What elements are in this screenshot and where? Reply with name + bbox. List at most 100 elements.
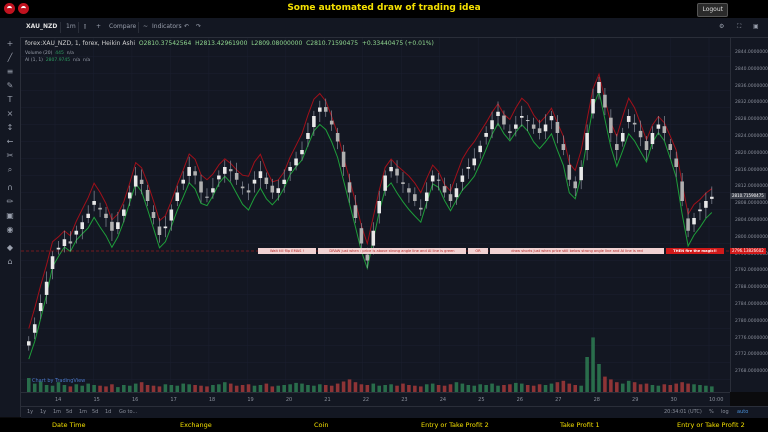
volume-bar xyxy=(549,383,554,392)
lock-icon[interactable]: ▣ xyxy=(5,211,15,221)
range-button[interactable]: 5d xyxy=(66,409,72,415)
camera-icon[interactable]: ▣ xyxy=(753,23,759,30)
candle-body xyxy=(585,133,589,150)
range-button[interactable]: 5d xyxy=(92,409,98,415)
logout-button[interactable]: Logout xyxy=(697,3,728,17)
chart-style-icon[interactable]: ⫾ xyxy=(84,23,86,31)
percent-toggle[interactable]: % xyxy=(709,409,714,415)
price-label: 2816.00000000 xyxy=(735,167,768,173)
candle-body xyxy=(288,167,292,171)
settings-icon[interactable]: ⚙ xyxy=(719,23,724,30)
range-button[interactable]: 1m xyxy=(79,409,87,415)
candle-body xyxy=(430,175,435,182)
candle-body xyxy=(662,126,667,133)
fullscreen-icon[interactable]: ⛶ xyxy=(737,23,741,31)
candle-body xyxy=(710,196,714,199)
time-label: 29 xyxy=(632,397,639,403)
layers-icon[interactable]: ◆ xyxy=(5,243,15,253)
brush-icon[interactable]: ✎ xyxy=(5,81,15,91)
volume-bar xyxy=(609,379,613,392)
candle-body xyxy=(133,175,138,187)
candle-body xyxy=(519,116,524,118)
price-label: 2824.00000000 xyxy=(735,134,768,139)
range-button[interactable]: 1y xyxy=(40,409,46,415)
volume-na: n/a xyxy=(66,51,74,56)
compare-plus-icon[interactable]: + xyxy=(96,23,101,30)
volume-bar xyxy=(228,383,233,392)
candle-body xyxy=(139,179,144,184)
chart-legend: forex:XAU_NZD, 1, forex, Heikin Ashi O28… xyxy=(25,40,434,47)
candle-body xyxy=(270,185,275,193)
candle-body xyxy=(609,117,613,133)
undo-icon[interactable]: ↶ xyxy=(184,23,189,30)
symbol-search[interactable]: XAU_NZD xyxy=(26,23,57,30)
volume-bar xyxy=(519,383,524,392)
indicators-button[interactable]: Indicators xyxy=(152,23,182,30)
measure-icon[interactable]: ✂ xyxy=(5,151,15,161)
auto-toggle[interactable]: auto xyxy=(737,409,748,415)
price-label: 2784.00000000 xyxy=(735,302,768,307)
volume-bar xyxy=(692,384,696,392)
interval-select[interactable]: 1m xyxy=(66,23,76,30)
legend-high: H2813.42961900 xyxy=(195,40,248,47)
volume-bar xyxy=(603,376,607,392)
volume-bar xyxy=(139,382,144,392)
zoom-icon[interactable]: ⌕ xyxy=(5,165,15,175)
chart-pane[interactable] xyxy=(21,38,730,392)
candle-body xyxy=(454,188,459,198)
log-toggle[interactable]: log xyxy=(721,409,729,415)
candle-body xyxy=(525,120,530,122)
range-button[interactable]: 1y xyxy=(27,409,33,415)
volume-label[interactable]: Volume (20) xyxy=(25,51,52,56)
price-label: 2832.00000000 xyxy=(735,100,768,106)
time-label: 30 xyxy=(670,397,677,403)
fib-icon[interactable]: ≡ xyxy=(5,67,15,77)
candle-body xyxy=(258,171,263,179)
ai-na-2: n/a xyxy=(83,58,91,63)
price-chart[interactable] xyxy=(21,38,730,392)
stay-drawing-icon[interactable]: ✏ xyxy=(5,197,15,207)
volume-bar xyxy=(389,384,393,392)
candle-body xyxy=(436,179,441,181)
time-axis[interactable]: 14 15 16 17 18 19 20 21 22 23 24 25 26 27 28 29 30 10:00 xyxy=(21,392,730,407)
arrow-icon[interactable]: ← xyxy=(5,137,15,147)
volume-bar xyxy=(341,381,346,392)
candle-body xyxy=(377,201,382,214)
candle-body xyxy=(591,99,595,114)
price-axis[interactable]: 2844.00000000 2840.00000000 2836.00000000 2… xyxy=(730,38,768,392)
candle-body xyxy=(490,120,494,130)
price-label: 2800.00000000 xyxy=(735,234,768,240)
range-button[interactable]: 1d xyxy=(105,409,111,415)
indicators-icon[interactable]: ~ xyxy=(143,23,148,30)
volume-bar xyxy=(615,382,619,392)
volume-bar xyxy=(662,384,667,392)
volume-bar xyxy=(525,385,530,392)
visibility-icon[interactable]: ◉ xyxy=(5,225,15,235)
magnet-icon[interactable]: ∩ xyxy=(5,183,15,193)
redo-icon[interactable]: ↷ xyxy=(196,23,201,30)
volume-bar xyxy=(110,384,114,392)
text-icon[interactable]: T xyxy=(5,95,15,105)
range-button[interactable]: 1m xyxy=(53,409,61,415)
tradingview-watermark[interactable]: Chart by TradingView xyxy=(32,378,85,384)
goto-button[interactable]: Go to... xyxy=(119,409,137,415)
candle-body xyxy=(27,341,31,346)
candle-body xyxy=(579,167,583,181)
candle-body xyxy=(644,141,649,150)
ai-label[interactable]: AI (1, 1) xyxy=(25,58,43,63)
pattern-icon[interactable]: ⨯ xyxy=(5,109,15,119)
candle-body xyxy=(401,182,405,184)
price-label: 2804.00000000 xyxy=(735,218,768,223)
time-label: 17 xyxy=(170,397,177,403)
volume-bar xyxy=(686,383,690,392)
prediction-icon[interactable]: ↕ xyxy=(5,123,15,133)
volume-bar xyxy=(585,357,589,392)
volume-bar xyxy=(401,383,405,392)
crosshair-icon[interactable]: + xyxy=(5,39,15,49)
trash-icon[interactable]: ⌂ xyxy=(5,257,15,267)
compare-button[interactable]: Compare xyxy=(109,23,136,30)
candle-body xyxy=(306,133,310,139)
volume-bar xyxy=(187,384,191,392)
trendline-icon[interactable]: ╱ xyxy=(5,53,15,63)
utc-clock[interactable]: 20:34:01 (UTC) xyxy=(664,409,702,415)
